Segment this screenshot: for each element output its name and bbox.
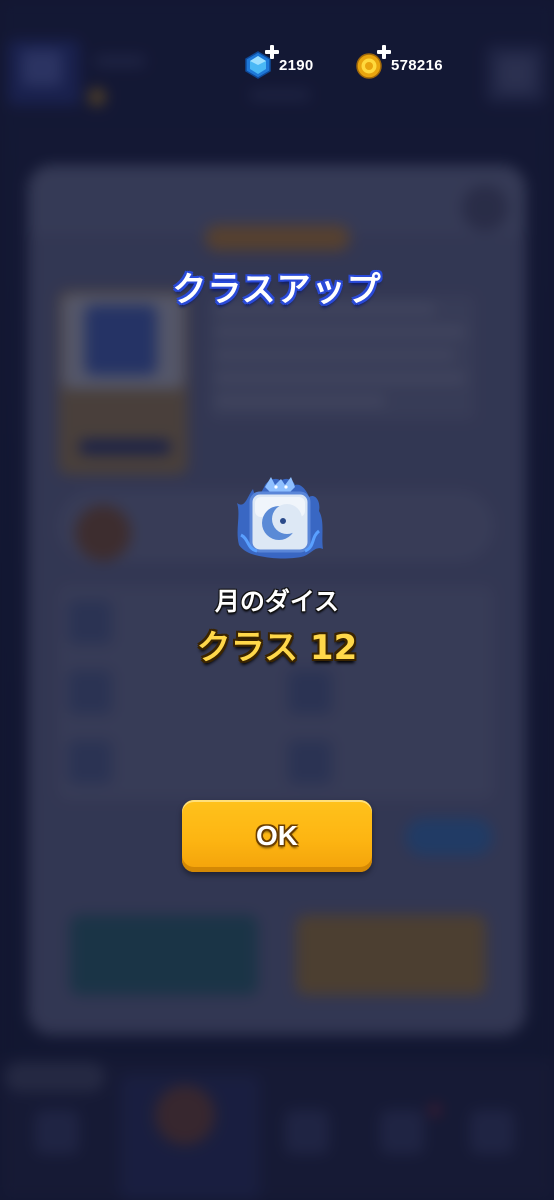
ok-button-label: OK	[256, 820, 298, 851]
moon-dice-icon	[235, 475, 325, 560]
gold-coin-icon	[355, 45, 391, 80]
item-name: 月のダイス	[214, 587, 340, 616]
ok-button[interactable]: OK	[182, 800, 372, 872]
gem-count: 2190	[279, 56, 314, 74]
gem-counter[interactable]: 2190	[243, 45, 314, 80]
blue-gem-icon	[243, 45, 279, 80]
class-level: クラス 12	[196, 628, 358, 668]
coin-counter[interactable]: 578216	[355, 45, 443, 80]
modal-title: クラスアップ	[172, 270, 382, 310]
coin-count: 578216	[391, 56, 443, 74]
